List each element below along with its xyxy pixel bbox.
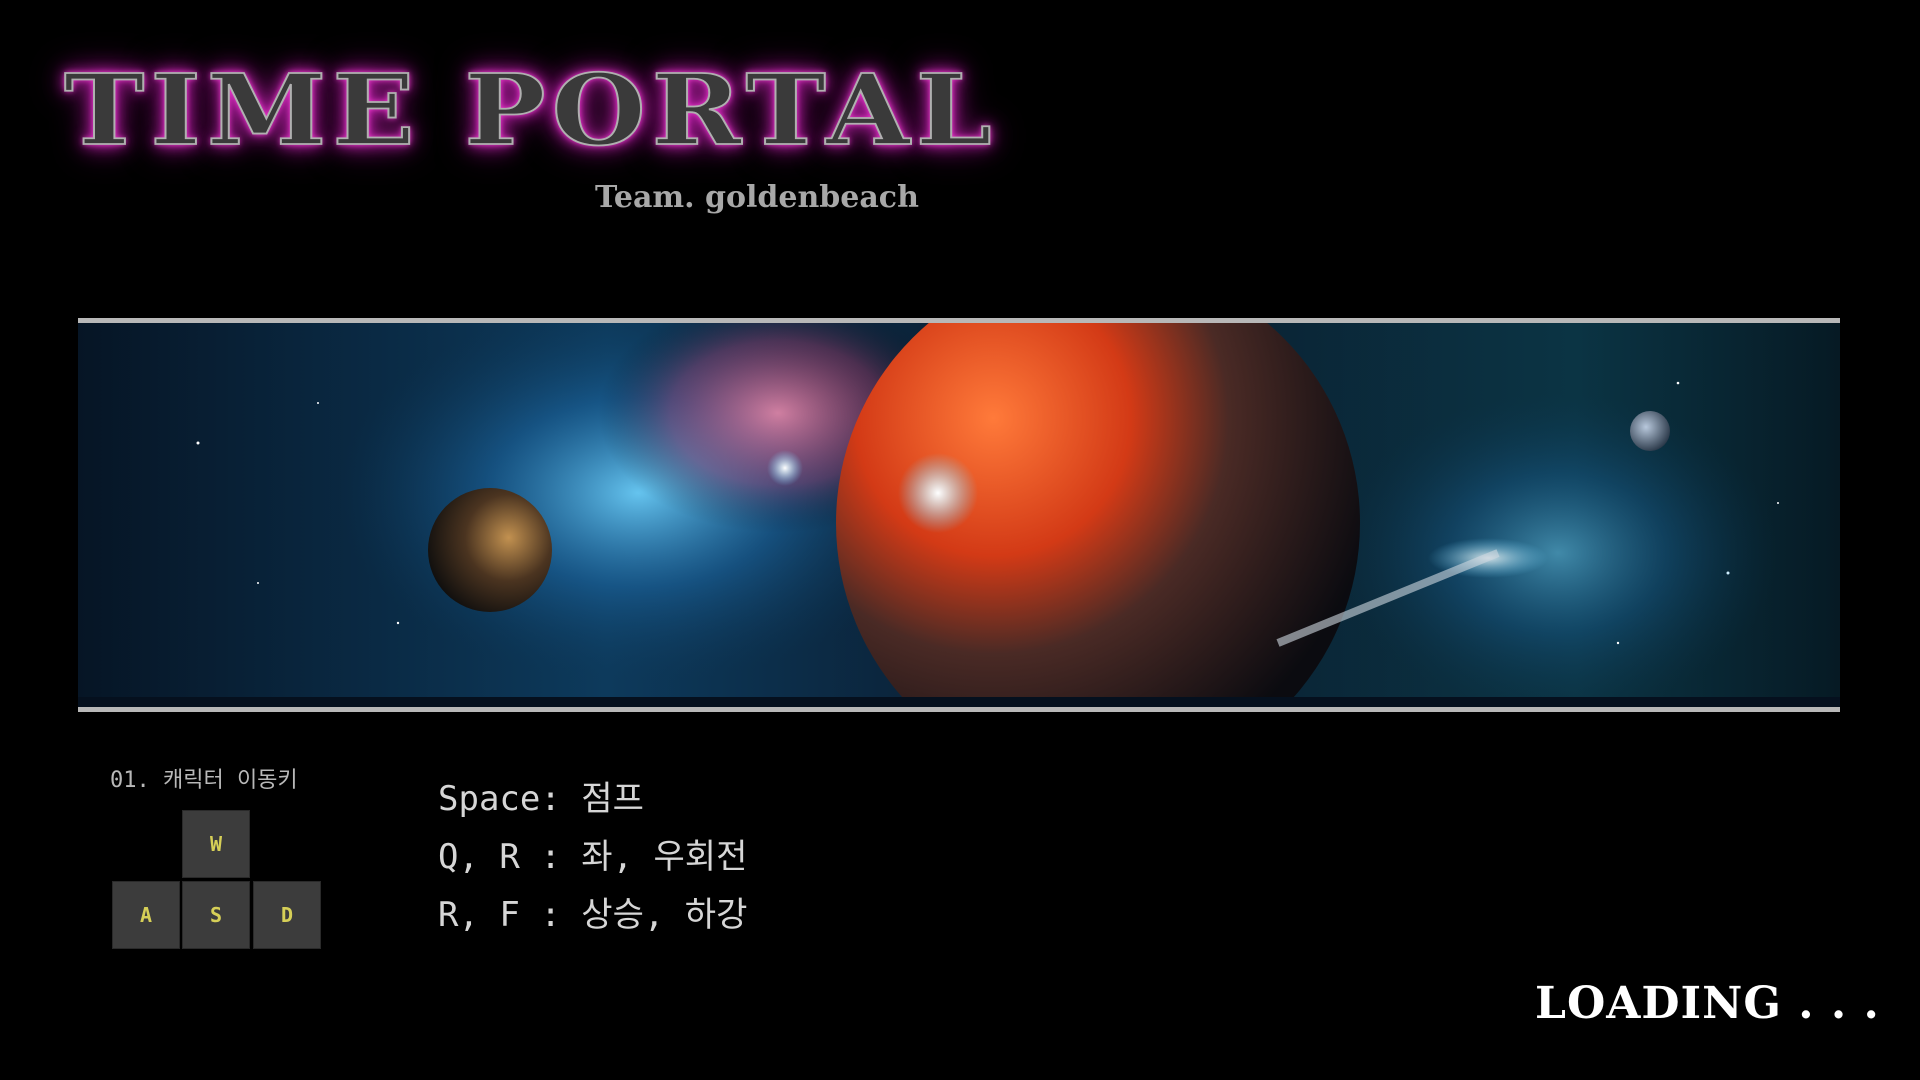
team-credit: Team. goldenbeach [595, 180, 919, 215]
space-banner-image [78, 318, 1840, 712]
game-title: TIME PORTAL [63, 53, 998, 168]
instruction-rotate: Q, R : 좌, 우회전 [438, 837, 748, 877]
loading-indicator: LOADING . . . [1535, 978, 1880, 1029]
movement-keys-heading: 01. 캐릭터 이동키 [110, 768, 298, 793]
key-d: D [253, 881, 321, 949]
instruction-jump: Space: 점프 [438, 779, 644, 819]
loading-screen: TIME PORTAL Team. goldenbeach 01. 캐릭터 이동… [0, 0, 1920, 1080]
instruction-ascend-descend: R, F : 상승, 하강 [438, 895, 748, 935]
key-a: A [112, 881, 180, 949]
key-w: W [182, 810, 250, 878]
key-s: S [182, 881, 250, 949]
controls-instructions: Space: 점프 Q, R : 좌, 우회전 R, F : 상승, 하강 [438, 770, 747, 944]
